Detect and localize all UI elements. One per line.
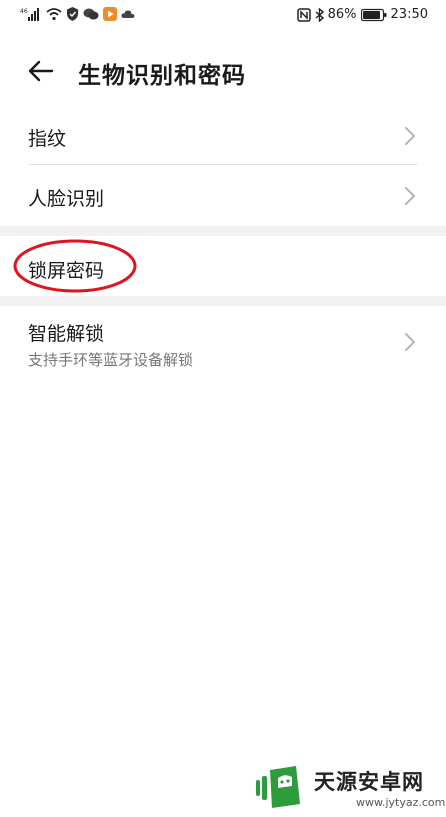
settings-item-face-recognition[interactable]: 人脸识别 bbox=[0, 166, 446, 226]
battery-percent: 86% bbox=[327, 7, 357, 22]
nfc-icon bbox=[296, 7, 311, 22]
chevron-right-icon bbox=[405, 187, 416, 205]
chevron-right-icon bbox=[405, 333, 416, 351]
watermark-brand: 天源安卓网 bbox=[314, 770, 424, 794]
battery-icon bbox=[360, 8, 387, 21]
video-app-icon bbox=[103, 7, 117, 21]
section-gap bbox=[0, 226, 446, 236]
android-logo-icon bbox=[256, 766, 300, 808]
settings-item-smart-unlock[interactable]: 智能解锁 支持手环等蓝牙设备解锁 bbox=[0, 306, 446, 382]
clock: 23:50 bbox=[390, 7, 428, 22]
signal-icon: 46 bbox=[20, 8, 39, 21]
status-left: 46 bbox=[20, 7, 135, 21]
smart-unlock-label: 智能解锁 bbox=[28, 323, 105, 345]
bluetooth-icon bbox=[315, 7, 324, 22]
fingerprint-label: 指纹 bbox=[28, 128, 67, 150]
smart-unlock-subtitle: 支持手环等蓝牙设备解锁 bbox=[28, 351, 194, 369]
cloud-icon bbox=[121, 10, 135, 18]
page-title: 生物识别和密码 bbox=[78, 63, 246, 89]
back-arrow-icon[interactable] bbox=[26, 56, 56, 86]
face-recognition-label: 人脸识别 bbox=[28, 188, 105, 210]
highlight-annotation bbox=[13, 239, 137, 293]
status-bar: 46 86% 23:50 bbox=[0, 0, 446, 34]
wechat-icon bbox=[83, 8, 99, 20]
chevron-right-icon bbox=[405, 127, 416, 145]
settings-item-fingerprint[interactable]: 指纹 bbox=[0, 106, 446, 164]
wifi-icon bbox=[46, 8, 62, 21]
watermark-url: www.jytyaz.com bbox=[356, 796, 446, 809]
row-divider bbox=[28, 164, 418, 165]
shield-icon bbox=[67, 7, 78, 21]
status-right: 86% 23:50 bbox=[296, 7, 428, 22]
site-watermark: 天源安卓网 www.jytyaz.com bbox=[254, 764, 446, 816]
svg-text:46: 46 bbox=[20, 8, 28, 15]
app-bar: 生物识别和密码 bbox=[0, 44, 446, 100]
section-gap bbox=[0, 296, 446, 306]
